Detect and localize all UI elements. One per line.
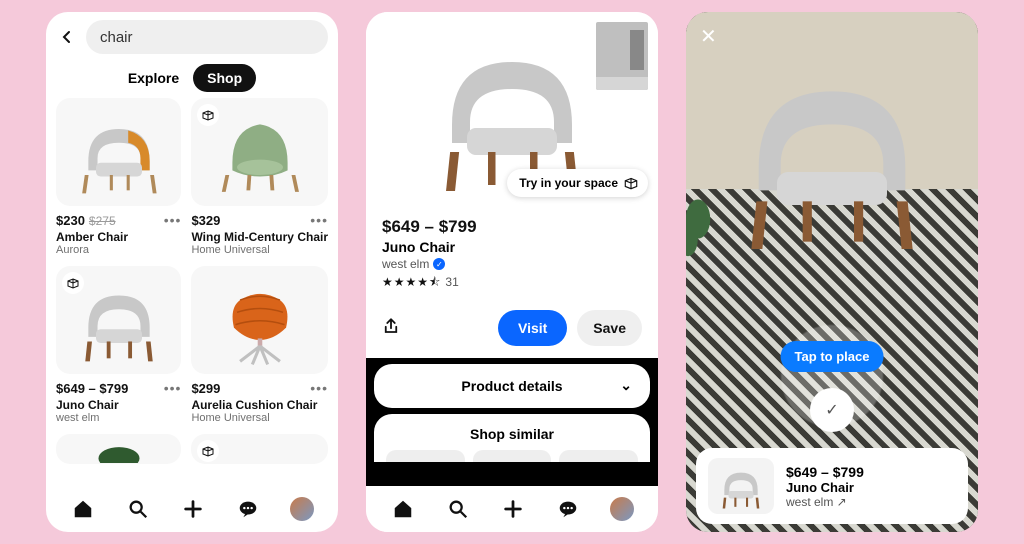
product-price: $649 – $799 — [382, 217, 642, 237]
action-row: Visit Save — [366, 302, 658, 358]
bottom-nav — [46, 486, 338, 532]
ar-card-brand: west elm ↗ — [786, 495, 864, 509]
more-icon[interactable]: ••• — [164, 212, 182, 228]
product-brand[interactable]: west elm ✓ — [382, 257, 642, 271]
product-card[interactable]: $649 – $799 ••• Juno Chair west elm — [56, 266, 181, 424]
ar-card-thumb — [708, 458, 774, 514]
product-name: Aurelia Cushion Chair — [191, 398, 328, 412]
phone-ar-view: ✕ Tap to place ✓ $649 – $799 Juno Chair … — [686, 12, 978, 532]
search-input[interactable]: chair — [86, 20, 328, 54]
product-card[interactable]: $299 ••• Aurelia Cushion Chair Home Univ… — [191, 266, 328, 424]
ar-scene[interactable]: ✕ Tap to place ✓ $649 – $799 Juno Chair … — [686, 12, 978, 532]
bottom-nav — [366, 486, 658, 532]
product-brand: Home Universal — [191, 412, 328, 424]
product-name: Juno Chair — [382, 239, 642, 255]
save-button[interactable]: Save — [577, 310, 642, 346]
room-preview-thumb[interactable] — [594, 20, 650, 92]
scene-plant — [686, 199, 716, 319]
product-image — [56, 98, 181, 206]
product-brand: west elm — [56, 412, 181, 424]
ar-card-name: Juno Chair — [786, 480, 864, 495]
nav-profile-avatar[interactable] — [290, 497, 314, 521]
product-grid: $230$275 ••• Amber Chair Aurora $329 •••… — [46, 98, 338, 486]
rating-stars: ★★★★⯪ — [382, 275, 441, 289]
product-price: $230$275 — [56, 213, 116, 228]
product-card[interactable] — [191, 434, 328, 464]
ar-card-price: $649 – $799 — [786, 464, 864, 480]
search-row: chair — [46, 12, 338, 58]
product-brand: Home Universal — [191, 244, 328, 256]
product-name: Juno Chair — [56, 398, 181, 412]
product-price: $299 — [191, 381, 220, 396]
ar-cube-icon — [624, 175, 638, 191]
product-price: $329 — [191, 213, 220, 228]
more-icon[interactable]: ••• — [310, 212, 328, 228]
nav-search-icon[interactable] — [125, 496, 151, 522]
ar-badge-icon — [197, 440, 219, 462]
nav-home-icon[interactable] — [70, 496, 96, 522]
nav-messages-icon[interactable] — [555, 496, 581, 522]
nav-create-icon[interactable] — [500, 496, 526, 522]
nav-messages-icon[interactable] — [235, 496, 261, 522]
product-price: $649 – $799 — [56, 381, 128, 396]
verified-badge-icon: ✓ — [433, 258, 445, 270]
phone-search-results: chair Explore Shop $230$275 ••• Amber Ch… — [46, 12, 338, 532]
confirm-knob[interactable]: ✓ — [810, 388, 854, 432]
ar-badge-icon — [62, 272, 84, 294]
phone-product-detail: Try in your space $649 – $799 Juno Chair… — [366, 12, 658, 532]
tab-explore[interactable]: Explore — [128, 70, 179, 86]
ar-product-card[interactable]: $649 – $799 Juno Chair west elm ↗ — [696, 448, 968, 524]
try-in-space-label: Try in your space — [519, 176, 618, 190]
detail-sections: Product details ⌄ Shop similar — [366, 358, 658, 486]
tap-to-place-button[interactable]: Tap to place — [781, 341, 884, 372]
nav-home-icon[interactable] — [390, 496, 416, 522]
nav-profile-avatar[interactable] — [610, 497, 634, 521]
try-in-space-button[interactable]: Try in your space — [507, 169, 648, 197]
ar-product-model[interactable] — [722, 40, 942, 260]
share-icon[interactable] — [382, 317, 400, 340]
more-icon[interactable]: ••• — [310, 380, 328, 396]
product-image — [191, 266, 328, 374]
more-icon[interactable]: ••• — [164, 380, 182, 396]
product-image — [191, 98, 328, 206]
product-hero: Try in your space — [366, 12, 658, 207]
product-brand: Aurora — [56, 244, 181, 256]
back-button[interactable] — [56, 26, 78, 48]
visit-button[interactable]: Visit — [498, 310, 567, 346]
result-tabs: Explore Shop — [46, 58, 338, 98]
product-card[interactable]: $230$275 ••• Amber Chair Aurora — [56, 98, 181, 256]
product-card[interactable]: $329 ••• Wing Mid-Century Chair Home Uni… — [191, 98, 328, 256]
product-card[interactable] — [56, 434, 181, 464]
close-icon[interactable]: ✕ — [700, 24, 717, 49]
tab-shop[interactable]: Shop — [193, 64, 256, 92]
product-name: Wing Mid-Century Chair — [191, 230, 328, 244]
product-image — [56, 434, 181, 464]
product-info: $649 – $799 Juno Chair west elm ✓ ★★★★⯪ 3… — [366, 207, 658, 302]
product-image — [191, 434, 328, 464]
product-name: Amber Chair — [56, 230, 181, 244]
product-details-section[interactable]: Product details ⌄ — [374, 364, 650, 408]
rating-count: 31 — [445, 275, 458, 289]
nav-create-icon[interactable] — [180, 496, 206, 522]
rating[interactable]: ★★★★⯪ 31 — [382, 273, 642, 294]
shop-similar-section[interactable]: Shop similar — [374, 414, 650, 462]
chevron-down-icon: ⌄ — [620, 377, 632, 394]
nav-search-icon[interactable] — [445, 496, 471, 522]
product-image — [56, 266, 181, 374]
